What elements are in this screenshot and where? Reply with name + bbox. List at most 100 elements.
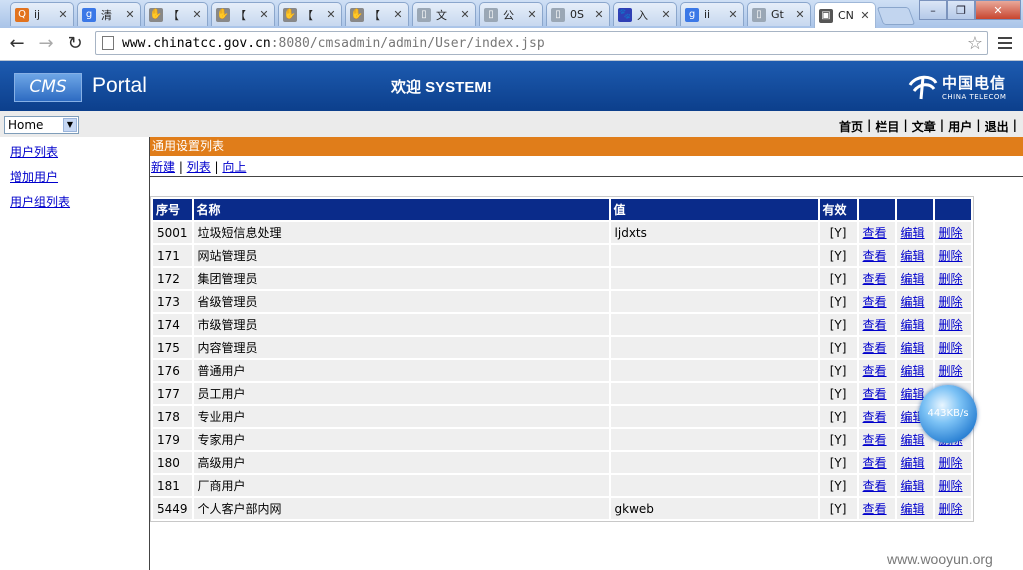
browser-tab[interactable]: g ii ✕ — [680, 2, 744, 26]
google-icon: g — [82, 7, 96, 22]
browser-tab[interactable]: ✋ 【 ✕ — [211, 2, 275, 26]
browser-tab[interactable]: ▯ 公 ✕ — [479, 2, 543, 26]
edit-link[interactable]: 编辑 — [901, 387, 925, 401]
tab-close-icon[interactable]: ✕ — [124, 8, 136, 21]
browser-tab[interactable]: ▣ CN ✕ — [814, 2, 876, 28]
tab-close-icon[interactable]: ✕ — [325, 8, 337, 21]
cell-id: 5001 — [153, 222, 192, 243]
cell-value — [610, 337, 818, 358]
tab-close-icon[interactable]: ✕ — [191, 8, 203, 21]
tab-close-icon[interactable]: ✕ — [727, 8, 739, 21]
browser-tab[interactable]: 🐾 入 ✕ — [613, 2, 677, 26]
view-link[interactable]: 查看 — [863, 341, 887, 355]
tab-close-icon[interactable]: ✕ — [526, 8, 538, 21]
browser-tab[interactable]: ✋ 【 ✕ — [345, 2, 409, 26]
delete-link[interactable]: 删除 — [939, 364, 963, 378]
delete-link[interactable]: 删除 — [939, 502, 963, 516]
chevron-down-icon[interactable]: ▼ — [63, 118, 77, 132]
cell-valid: [Y] — [819, 475, 857, 496]
edit-link[interactable]: 编辑 — [901, 456, 925, 470]
edit-link[interactable]: 编辑 — [901, 226, 925, 240]
menu-icon[interactable] — [998, 37, 1012, 52]
tab-close-icon[interactable]: ✕ — [660, 8, 672, 21]
edit-link[interactable]: 编辑 — [901, 295, 925, 309]
up-link[interactable]: 向上 — [222, 160, 246, 174]
new-tab-button[interactable] — [876, 7, 916, 25]
edit-link[interactable]: 编辑 — [901, 272, 925, 286]
sidebar-item-user-list[interactable]: 用户列表 — [10, 143, 70, 159]
delete-link[interactable]: 删除 — [939, 249, 963, 263]
view-link[interactable]: 查看 — [863, 249, 887, 263]
maximize-button[interactable]: ❐ — [947, 0, 975, 20]
edit-link[interactable]: 编辑 — [901, 249, 925, 263]
view-link[interactable]: 查看 — [863, 364, 887, 378]
view-link[interactable]: 查看 — [863, 433, 887, 447]
menu-channel-link[interactable]: 栏目 — [875, 118, 899, 135]
network-speed-widget[interactable]: 443KB/s — [919, 385, 977, 443]
url-text[interactable]: www.chinatcc.gov.cn:8080/cmsadmin/admin/… — [122, 36, 967, 51]
new-link[interactable]: 新建 — [151, 160, 175, 174]
browser-tab[interactable]: ✋ 【 ✕ — [278, 2, 342, 26]
window-close-button[interactable]: ✕ — [975, 0, 1021, 20]
delete-link[interactable]: 删除 — [939, 272, 963, 286]
view-link[interactable]: 查看 — [863, 410, 887, 424]
view-link[interactable]: 查看 — [863, 295, 887, 309]
delete-link[interactable]: 删除 — [939, 479, 963, 493]
cell-action: 删除 — [934, 291, 971, 312]
cell-action: 删除 — [934, 268, 971, 289]
delete-link[interactable]: 删除 — [939, 341, 963, 355]
browser-tab[interactable]: Qij ✕ — [10, 2, 74, 26]
tab-close-icon[interactable]: ✕ — [57, 8, 69, 21]
view-link[interactable]: 查看 — [863, 272, 887, 286]
tab-close-icon[interactable]: ✕ — [258, 8, 270, 21]
tab-close-icon[interactable]: ✕ — [859, 9, 871, 22]
reload-icon[interactable]: ↻ — [64, 33, 86, 55]
browser-tab[interactable]: ▯ 0S ✕ — [546, 2, 610, 26]
browser-tab[interactable]: ▯ 文 ✕ — [412, 2, 476, 26]
delete-link[interactable]: 删除 — [939, 318, 963, 332]
sidebar-item-add-user[interactable]: 增加用户 — [10, 168, 70, 184]
menu-user-link[interactable]: 用户 — [948, 118, 972, 135]
browser-tab[interactable]: ✋ 【 ✕ — [144, 2, 208, 26]
back-arrow-icon[interactable]: ← — [6, 33, 28, 55]
hand-icon: ✋ — [149, 7, 163, 22]
tab-title: 【 — [168, 8, 179, 22]
delete-link[interactable]: 删除 — [939, 226, 963, 240]
view-link[interactable]: 查看 — [863, 456, 887, 470]
tab-close-icon[interactable]: ✕ — [593, 8, 605, 21]
delete-link[interactable]: 删除 — [939, 295, 963, 309]
view-link[interactable]: 查看 — [863, 479, 887, 493]
menu-logout-link[interactable]: 退出 — [985, 118, 1009, 135]
tab-close-icon[interactable]: ✕ — [392, 8, 404, 21]
minimize-button[interactable]: – — [919, 0, 947, 20]
delete-link[interactable]: 删除 — [939, 456, 963, 470]
list-link[interactable]: 列表 — [187, 160, 211, 174]
address-bar[interactable]: www.chinatcc.gov.cn:8080/cmsadmin/admin/… — [95, 31, 988, 55]
edit-link[interactable]: 编辑 — [901, 502, 925, 516]
edit-link[interactable]: 编辑 — [901, 341, 925, 355]
tab-close-icon[interactable]: ✕ — [794, 8, 806, 21]
forward-arrow-icon[interactable]: → — [35, 33, 57, 55]
tab-close-icon[interactable]: ✕ — [459, 8, 471, 21]
tab-title: 【 — [302, 8, 313, 22]
cell-name: 高级用户 — [193, 452, 609, 473]
view-link[interactable]: 查看 — [863, 502, 887, 516]
edit-link[interactable]: 编辑 — [901, 433, 925, 447]
sidebar-item-user-group-list[interactable]: 用户组列表 — [10, 193, 70, 209]
edit-link[interactable]: 编辑 — [901, 479, 925, 493]
menu-article-link[interactable]: 文章 — [912, 118, 936, 135]
browser-tab[interactable]: g 清 ✕ — [77, 2, 141, 26]
site-select[interactable]: Home ▼ — [4, 116, 79, 134]
cell-name: 网站管理员 — [193, 245, 609, 266]
view-link[interactable]: 查看 — [863, 318, 887, 332]
edit-link[interactable]: 编辑 — [901, 318, 925, 332]
cms-logo: CMS — [14, 73, 82, 102]
browser-tab[interactable]: ▯ Gt ✕ — [747, 2, 811, 26]
hand-icon: ✋ — [216, 7, 230, 22]
cell-valid: [Y] — [819, 452, 857, 473]
edit-link[interactable]: 编辑 — [901, 364, 925, 378]
view-link[interactable]: 查看 — [863, 226, 887, 240]
menu-home-link[interactable]: 首页 — [839, 118, 863, 135]
view-link[interactable]: 查看 — [863, 387, 887, 401]
bookmark-star-icon[interactable]: ☆ — [967, 33, 983, 54]
